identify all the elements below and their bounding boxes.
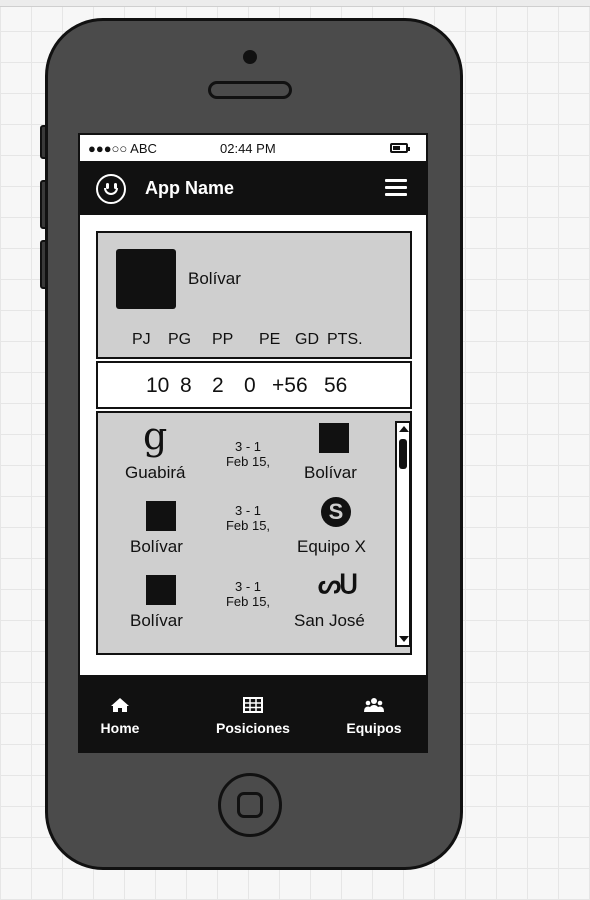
team-name: Bolívar	[188, 269, 241, 288]
smiley-icon[interactable]	[96, 174, 126, 204]
bottom-tab-bar: Home Posiciones Equipos	[80, 675, 426, 751]
stat-header-pe: PE	[259, 331, 281, 348]
stat-header-pg: PG	[168, 331, 192, 348]
stats-values: 10 8 2 0 +56 56	[96, 361, 412, 409]
users-icon	[364, 698, 384, 712]
stat-header-gd: GD	[295, 331, 319, 348]
app-header: App Name	[80, 161, 426, 215]
home-team-label: Bolívar	[130, 611, 183, 630]
matches-list[interactable]: g Guabirá 3 - 1 Feb 15, Bolívar Bolívar …	[96, 411, 412, 655]
tab-equipos-label: Equipos	[346, 720, 402, 736]
list-scrollbar[interactable]	[395, 421, 410, 647]
home-team-label: Guabirá	[125, 463, 186, 482]
away-team-label: Equipo X	[297, 537, 366, 556]
score-value: 3 - 1	[234, 503, 261, 518]
home-team-label: Bolívar	[130, 537, 183, 556]
tab-home-label: Home	[100, 720, 140, 736]
home-icon	[111, 698, 129, 712]
status-time: 02:44 PM	[220, 141, 276, 156]
battery-level	[393, 146, 401, 150]
stat-value-pe: 0	[244, 374, 256, 397]
away-team-logo	[319, 423, 349, 453]
team-logo	[116, 249, 176, 309]
scroll-thumb[interactable]	[399, 439, 407, 469]
stat-header-pj: PJ	[132, 331, 151, 348]
stat-value-pp: 2	[212, 374, 224, 397]
stumbleupon-icon: ᔕᑌ	[318, 569, 358, 599]
hamburger-menu-icon[interactable]	[385, 179, 407, 197]
tab-home[interactable]: Home	[80, 675, 170, 751]
away-team-label: Bolívar	[304, 463, 357, 482]
team-card: Bolívar PJ PG PP PE GD PTS.	[96, 231, 412, 359]
tab-equipos[interactable]: Equipos	[324, 675, 424, 751]
app-name: App Name	[145, 178, 235, 198]
camera-icon	[243, 50, 257, 64]
match-score: 3 - 1 Feb 15,	[218, 503, 278, 533]
skype-icon: S	[321, 497, 351, 527]
home-hardware-button[interactable]	[218, 773, 282, 837]
scroll-down-arrow-icon[interactable]	[398, 634, 409, 644]
score-value: 3 - 1	[234, 439, 261, 454]
stat-value-pj: 10	[146, 374, 170, 397]
match-date: Feb 15,	[225, 518, 271, 533]
table-icon	[243, 697, 263, 713]
phone-screen: ●●●○○ ABC 02:44 PM App Name Bolívar PJ P…	[78, 133, 428, 753]
carrier-signal: ●●●○○ ABC	[88, 141, 157, 156]
stat-value-gd: +56	[272, 374, 308, 397]
match-date: Feb 15,	[225, 594, 271, 609]
browser-top-strip	[0, 0, 590, 7]
match-score: 3 - 1 Feb 15,	[218, 579, 278, 609]
score-value: 3 - 1	[234, 579, 261, 594]
stat-value-pg: 8	[180, 374, 192, 397]
match-date: Feb 15,	[225, 454, 271, 469]
status-bar: ●●●○○ ABC 02:44 PM	[80, 135, 426, 162]
stat-header-pts: PTS.	[327, 331, 363, 348]
google-icon: g	[143, 414, 168, 458]
battery-icon	[390, 143, 410, 153]
speaker-grille	[208, 81, 292, 99]
stat-header-pp: PP	[212, 331, 234, 348]
away-team-label: San José	[294, 611, 365, 630]
home-team-logo	[146, 575, 176, 605]
tab-posiciones[interactable]: Posiciones	[203, 675, 303, 751]
match-score: 3 - 1 Feb 15,	[218, 439, 278, 469]
stat-value-pts: 56	[324, 374, 348, 397]
tab-posiciones-label: Posiciones	[216, 720, 290, 736]
home-team-logo	[146, 501, 176, 531]
home-square-icon	[237, 792, 263, 818]
scroll-up-arrow-icon[interactable]	[398, 424, 409, 434]
